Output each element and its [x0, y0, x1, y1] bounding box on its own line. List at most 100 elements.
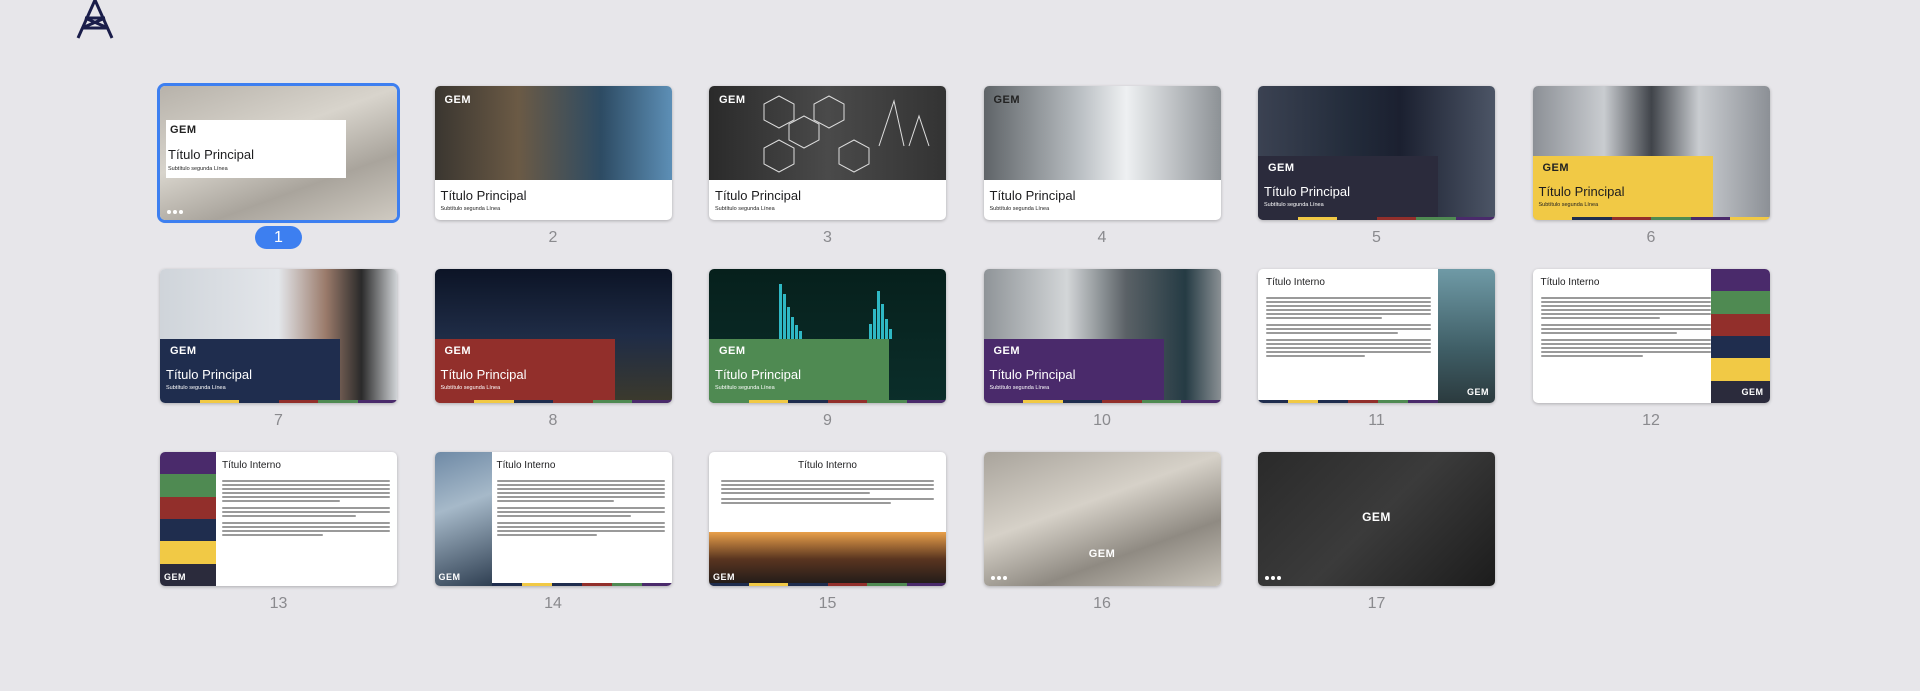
slide-subtitle: Subtítulo segunda Línea	[440, 206, 501, 212]
gem-logo: GEM	[444, 94, 472, 106]
slide-thumbnail-17[interactable]: GEM	[1258, 452, 1495, 586]
slide-cell: GEM Título Principal Subtítulo segunda L…	[160, 269, 397, 432]
gem-logo: GEM	[164, 572, 187, 582]
slide-thumbnail-7[interactable]: GEM Título Principal Subtítulo segunda L…	[160, 269, 397, 403]
slide-subtitle: Subtítulo segunda Línea	[989, 206, 1050, 212]
slide-thumbnail-2[interactable]: GEM Título Principal Subtítulo segunda L…	[434, 86, 672, 220]
gem-logo: GEM	[170, 124, 197, 136]
slide-thumbnail-15[interactable]: Título Interno GEM	[709, 452, 946, 586]
color-bar	[434, 400, 672, 403]
gem-logo: GEM	[993, 94, 1021, 106]
slide-cell: GEM Título Principal Subtítulo segunda L…	[434, 86, 672, 249]
slide-cell: Título Interno GEM 12	[1532, 269, 1770, 432]
slide-thumbnail-9[interactable]: GEM Título Principal Subtítulo segunda L…	[709, 269, 946, 403]
slide-number-badge: 1	[255, 226, 302, 249]
slide-thumbnail-1[interactable]: GEM Título Principal Subtítulo segunda L…	[157, 83, 400, 223]
slide-number: 4	[1097, 228, 1107, 246]
title-panel: GEM Título Principal Subtítulo segunda L…	[166, 120, 346, 178]
body-text-placeholder	[1266, 297, 1431, 359]
color-bar	[160, 400, 397, 403]
color-bar	[983, 400, 1221, 403]
slide-thumbnail-12[interactable]: Título Interno GEM	[1532, 269, 1770, 403]
color-bar	[491, 583, 672, 586]
slide-cell: GEM Título Principal Subtítulo segunda L…	[1258, 86, 1495, 249]
slide-thumbnail-11[interactable]: Título Interno GEM	[1258, 269, 1495, 403]
slide-subtitle: Subtítulo segunda Línea	[715, 206, 775, 212]
title-panel: GEM Título Principal Subtítulo segunda L…	[434, 339, 615, 400]
quarry-photo	[983, 452, 1221, 586]
slide-number: 2	[548, 228, 558, 246]
slide-title: Título Principal	[715, 188, 801, 203]
slide-thumbnail-14[interactable]: GEM Título Interno	[434, 452, 672, 586]
title-panel: GEM Título Principal Subtítulo segunda L…	[709, 339, 889, 400]
slide-title: Título Principal	[168, 147, 254, 162]
slide-thumbnail-13[interactable]: GEM Título Interno	[160, 452, 397, 586]
title-panel: GEM Título Principal Subtítulo segunda L…	[160, 339, 340, 400]
gem-logo: GEM	[1466, 387, 1489, 397]
dots-icon	[1265, 576, 1281, 580]
gem-logo: GEM	[1268, 162, 1295, 174]
slide-cell: GEM Título Principal Subtítulo segunda L…	[157, 83, 400, 249]
slide-title: Título Principal	[166, 367, 252, 382]
color-bar	[709, 583, 946, 586]
slide-thumbnail-5[interactable]: GEM Título Principal Subtítulo segunda L…	[1258, 86, 1495, 220]
slide-number: 5	[1372, 228, 1381, 246]
dots-icon	[167, 210, 183, 214]
slide-number: 16	[1093, 594, 1111, 612]
body-text-placeholder	[721, 480, 934, 506]
gem-logo: GEM	[170, 345, 197, 357]
slide-title: Título Interno	[496, 460, 556, 471]
slide-thumbnail-10[interactable]: GEM Título Principal Subtítulo segunda L…	[983, 269, 1221, 403]
slide-thumbnail-6[interactable]: GEM Título Principal Subtítulo segunda L…	[1532, 86, 1770, 220]
gem-logo: GEM	[1088, 548, 1116, 560]
slide-title: Título Principal	[1538, 184, 1625, 199]
title-panel: GEM Título Principal Subtítulo segunda L…	[1532, 156, 1713, 217]
gem-logo: GEM	[1741, 387, 1764, 397]
slide-cell: GEM Título Principal Subtítulo segunda L…	[709, 269, 946, 432]
slide-thumbnail-8[interactable]: GEM Título Principal Subtítulo segunda L…	[434, 269, 672, 403]
slide-cell: GEM 17	[1258, 452, 1495, 615]
color-bar	[1532, 217, 1770, 220]
color-bar	[1258, 217, 1495, 220]
slide-number: 3	[823, 228, 832, 246]
slide-number: 12	[1642, 411, 1660, 429]
gem-logo: GEM	[993, 345, 1021, 357]
slide-title: Título Principal	[1264, 184, 1350, 199]
slide-number: 14	[544, 594, 562, 612]
gem-logo: GEM	[1362, 510, 1391, 524]
slide-cell: GEM Título Interno 14	[434, 452, 672, 615]
slide-thumbnail-3[interactable]: GEM Título Principal Subtítulo segunda L…	[709, 86, 946, 220]
slide-cell: GEM 16	[983, 452, 1221, 615]
slide-number: 7	[274, 411, 283, 429]
slide-number: 17	[1367, 594, 1386, 612]
slide-title: Título Interno	[1266, 277, 1325, 288]
slide-title: Título Principal	[715, 367, 801, 382]
slide-subtitle: Subtítulo segunda Línea	[166, 385, 226, 391]
dots-icon	[990, 576, 1007, 580]
body-text-placeholder	[496, 480, 665, 538]
slide-number: 13	[269, 594, 288, 612]
slide-number: 9	[823, 411, 832, 429]
slide-title: Título Interno	[222, 460, 281, 471]
slide-cell: Título Interno GEM 15	[709, 452, 946, 615]
slide-number: 6	[1646, 228, 1656, 246]
slide-thumbnail-4[interactable]: GEM Título Principal Subtítulo segunda L…	[983, 86, 1221, 220]
slide-cell: GEM Título Principal Subtítulo segunda L…	[983, 86, 1221, 249]
glass-building-photo	[434, 452, 492, 586]
slide-thumbnail-16[interactable]: GEM	[983, 452, 1221, 586]
slide-cell: GEM Título Principal Subtítulo segunda L…	[983, 269, 1221, 432]
color-bar	[709, 400, 946, 403]
tower-photo	[1438, 269, 1495, 403]
sunset-bridge-photo	[709, 532, 946, 586]
body-text-placeholder	[222, 480, 390, 538]
gem-logo: GEM	[444, 345, 472, 357]
slide-subtitle: Subtítulo segunda Línea	[1264, 202, 1324, 208]
slide-cell: Título Interno GEM 11	[1258, 269, 1495, 432]
color-stripes	[160, 452, 216, 586]
slide-number: 10	[1093, 411, 1111, 429]
gem-logo: GEM	[713, 572, 736, 582]
slide-number: 15	[818, 594, 837, 612]
gem-logo: GEM	[719, 94, 746, 106]
slide-title: Título Interno	[1540, 277, 1600, 288]
color-bar	[1258, 400, 1438, 403]
